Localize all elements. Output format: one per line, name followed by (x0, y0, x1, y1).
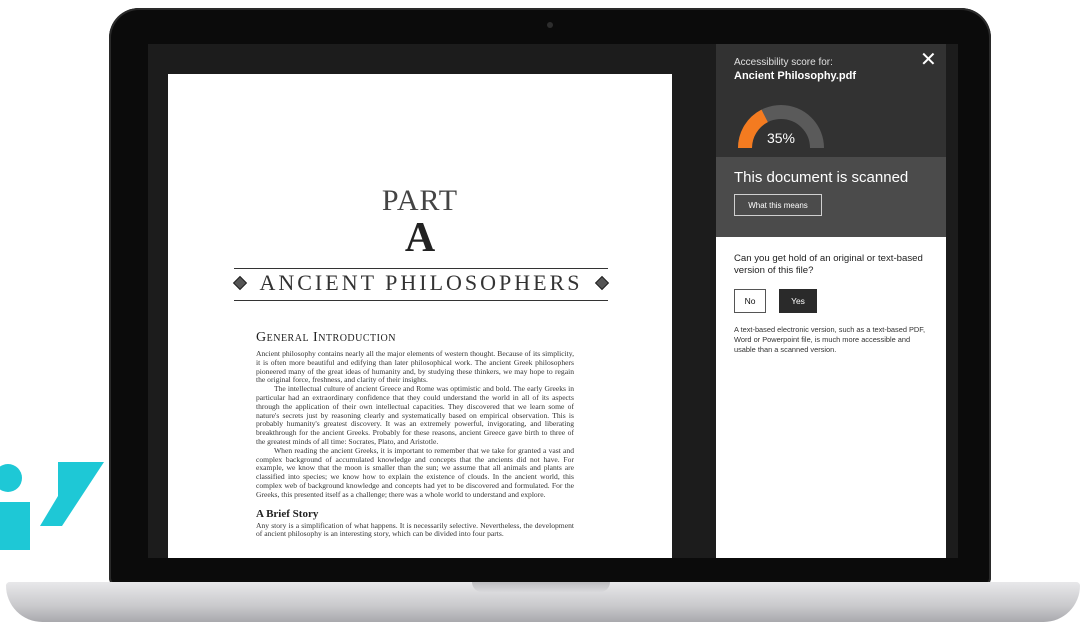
question-text: Can you get hold of an original or text-… (734, 253, 923, 276)
score-for-label: Accessibility score for: (734, 57, 833, 68)
document-body: General Introduction Ancient philosophy … (256, 330, 574, 539)
laptop-notch (472, 582, 610, 592)
accessibility-panel: Accessibility score for: Ancient Philoso… (716, 44, 946, 558)
section-title: General Introduction (256, 330, 396, 345)
panel-header: Accessibility score for: Ancient Philoso… (716, 44, 946, 157)
paragraph: Ancient philosophy contains nearly all t… (256, 349, 574, 385)
divider-top (234, 268, 608, 269)
chapter-title: ANCIENT PHILOSOPHERS (259, 270, 583, 295)
brand-mark-icon (0, 462, 104, 550)
part-label: PART (381, 184, 459, 217)
status-section: This document is scanned What this means (716, 157, 946, 237)
what-this-means-button[interactable]: What this means (734, 194, 822, 216)
score-label: 35% (766, 130, 796, 146)
part-letter: A (404, 215, 436, 261)
chapter-heading: ANCIENT PHILOSOPHERS (233, 270, 609, 296)
yes-button[interactable]: Yes (779, 289, 817, 313)
subsection-title: A Brief Story (256, 507, 319, 520)
diamond-ornament-icon (594, 275, 609, 291)
file-name: Ancient Philosophy.pdf (734, 70, 857, 82)
score-gauge: 35% (738, 102, 824, 155)
no-button[interactable]: No (734, 289, 766, 313)
paragraph: Any story is a simplification of what ha… (256, 520, 574, 539)
close-icon[interactable]: ✕ (920, 50, 937, 70)
status-text: This document is scanned (734, 169, 909, 186)
document-page[interactable]: PART A ANCIENT PHILOSOPHERS General Intr… (168, 74, 672, 558)
laptop-screen: PART A ANCIENT PHILOSOPHERS General Intr… (148, 44, 958, 558)
paragraph: When reading the ancient Greeks, it is i… (256, 445, 574, 499)
camera-icon (547, 22, 553, 28)
diamond-ornament-icon (233, 275, 248, 291)
paragraph: The intellectual culture of ancient Gree… (256, 384, 574, 446)
info-note: A text-based electronic version, such as… (734, 325, 926, 354)
divider-bottom (234, 300, 608, 301)
